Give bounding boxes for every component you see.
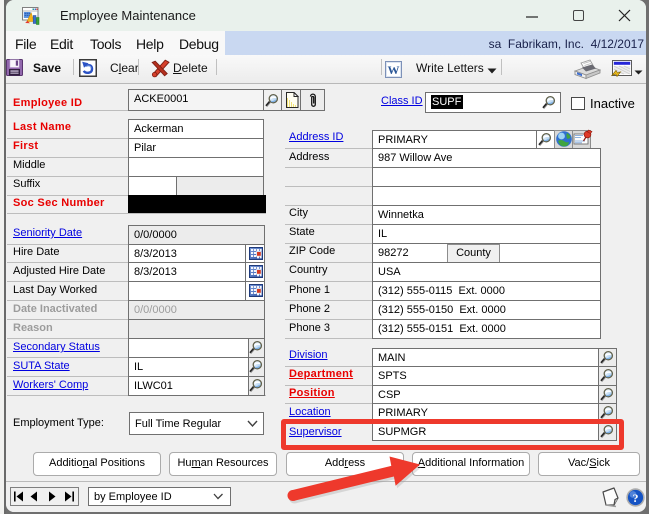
svg-text:W: W xyxy=(388,63,400,77)
svg-text:?: ? xyxy=(633,491,639,505)
